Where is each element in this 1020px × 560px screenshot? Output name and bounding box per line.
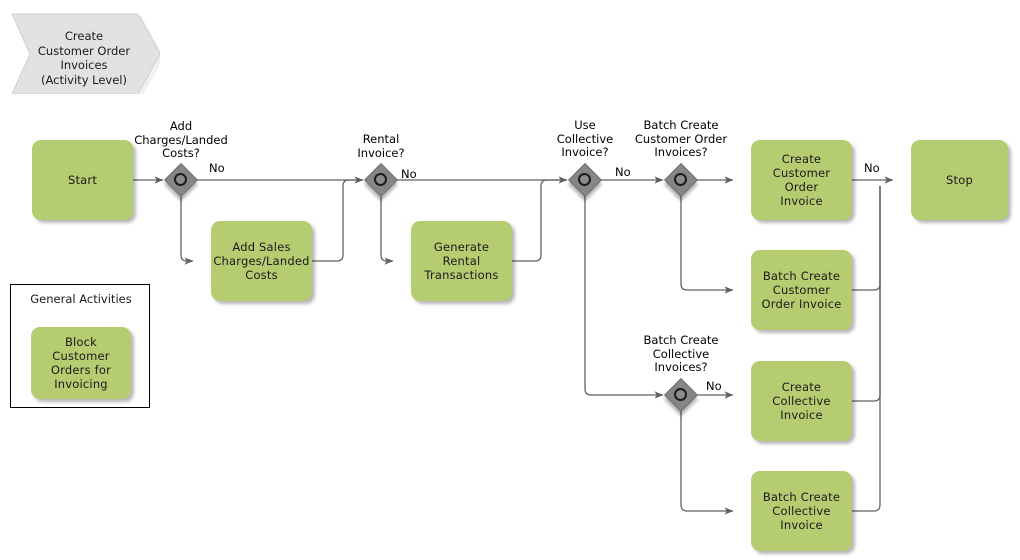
edge-label-use-collective-no: No xyxy=(615,165,631,179)
task-add-sales-charges-landed-costs[interactable]: Add Sales Charges/Landed Costs xyxy=(211,221,312,301)
edge-label-batch-collective-no: No xyxy=(706,379,722,393)
task-batch-create-collective-invoice[interactable]: Batch Create Collective Invoice xyxy=(751,471,852,551)
task-label: Create Collective Invoice xyxy=(772,380,831,422)
task-label: Start xyxy=(67,173,98,187)
gateway-circle-icon xyxy=(674,173,687,186)
gateway-rental-invoice[interactable] xyxy=(364,163,398,197)
gateway-label-rental-invoice: Rental Invoice? xyxy=(357,132,405,160)
diagram-title-banner: Create Customer Order Invoices (Activity… xyxy=(8,10,164,98)
edge-label-create-invoice-no: No xyxy=(864,161,880,175)
task-batch-create-customer-order-invoice[interactable]: Batch Create Customer Order Invoice xyxy=(751,250,852,330)
task-start[interactable]: Start xyxy=(32,140,133,220)
flowchart-canvas: Create Customer Order Invoices (Activity… xyxy=(0,0,1020,560)
edge-label-rental-invoice-no: No xyxy=(401,167,417,181)
task-label: Create Customer Order Invoice xyxy=(772,152,831,208)
task-generate-rental-transactions[interactable]: Generate Rental Transactions xyxy=(411,221,512,301)
gateway-circle-icon xyxy=(578,173,591,186)
task-label: Block Customer Orders for Invoicing xyxy=(50,335,112,391)
task-label: Stop xyxy=(946,173,973,187)
gateway-label-batch-create-collective: Batch Create Collective Invoices? xyxy=(643,333,719,374)
edge-label-add-charges-no: No xyxy=(209,161,225,175)
task-label: Generate Rental Transactions xyxy=(424,240,499,282)
task-label: Add Sales Charges/Landed Costs xyxy=(213,240,310,282)
task-create-customer-order-invoice[interactable]: Create Customer Order Invoice xyxy=(751,140,852,220)
gateway-label-add-charges: Add Charges/Landed Costs? xyxy=(134,119,228,160)
task-stop[interactable]: Stop xyxy=(911,140,1008,220)
task-create-collective-invoice[interactable]: Create Collective Invoice xyxy=(751,361,852,441)
gateway-batch-create-collective-invoices[interactable] xyxy=(664,378,698,412)
gateway-circle-icon xyxy=(674,388,687,401)
gateway-batch-create-customer-order-invoices[interactable] xyxy=(664,163,698,197)
gateway-add-charges-landed-costs[interactable] xyxy=(164,163,198,197)
gateway-use-collective-invoice[interactable] xyxy=(568,163,602,197)
task-label: Batch Create Customer Order Invoice xyxy=(761,269,842,311)
gateway-circle-icon xyxy=(374,173,387,186)
task-label: Batch Create Collective Invoice xyxy=(762,490,841,532)
gateway-label-use-collective-invoice: Use Collective Invoice? xyxy=(556,118,614,159)
page-title: Create Customer Order Invoices (Activity… xyxy=(37,29,131,87)
group-title: General Activities xyxy=(30,292,132,306)
gateway-circle-icon xyxy=(174,173,187,186)
task-block-customer-orders-for-invoicing[interactable]: Block Customer Orders for Invoicing xyxy=(31,327,131,399)
gateway-label-batch-create-customer-order: Batch Create Customer Order Invoices? xyxy=(634,118,728,159)
